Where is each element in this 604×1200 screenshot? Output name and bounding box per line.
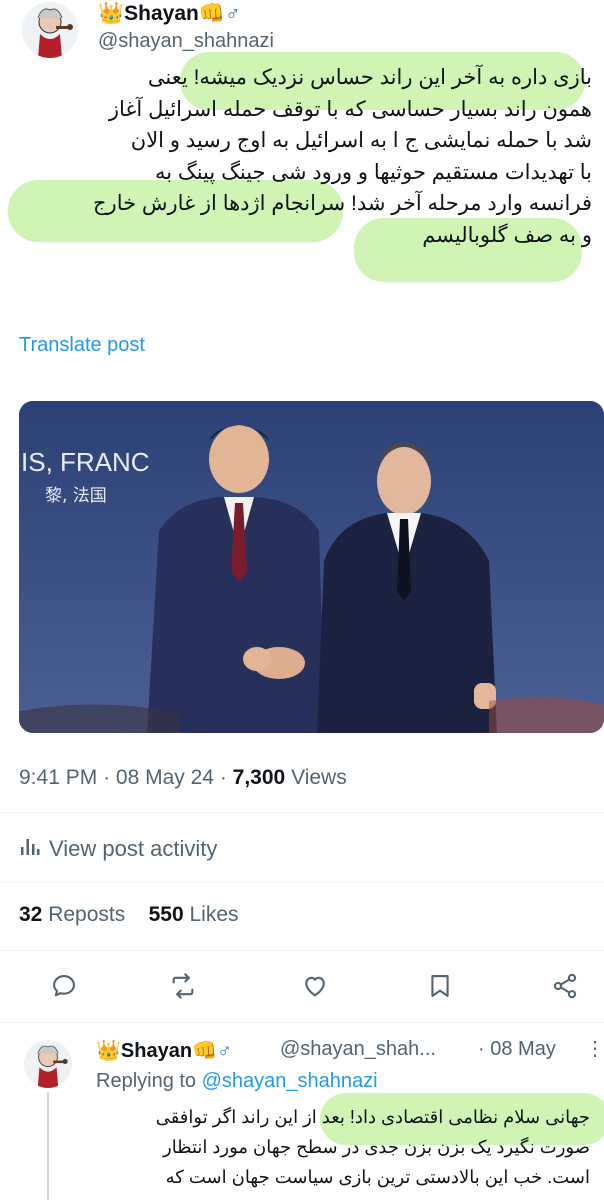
repost-button[interactable] <box>163 966 203 1006</box>
likes-count: 550 <box>148 903 184 926</box>
view-post-activity-label: View post activity <box>49 836 218 861</box>
reply-icon <box>53 975 75 997</box>
view-post-activity-button[interactable]: View post activity <box>19 835 217 863</box>
divider <box>0 882 604 883</box>
backdrop-text-2: 黎, 法国 <box>45 486 107 506</box>
backdrop-text: IS, FRANC <box>21 447 150 477</box>
post-stats: 32 Reposts 550 Likes <box>19 903 239 927</box>
translate-post-link[interactable]: Translate post <box>19 334 145 357</box>
replying-handle-link[interactable]: @shayan_shahnazi <box>202 1070 378 1092</box>
bookmark-button[interactable] <box>420 966 460 1006</box>
post-text-line: با تهدیدات مستقیم حوثیها و ورود شی جینگ … <box>154 160 592 184</box>
reply-text-line: جهانی سلام نظامی اقتصادی داد! بعد از این… <box>155 1107 590 1127</box>
divider <box>0 812 604 813</box>
post-text-line: فرانسه وارد مرحله آخر شد! سرانجام اژدها … <box>93 192 592 215</box>
post-action-bar <box>0 960 604 1012</box>
post-date[interactable]: 08 May 24 <box>116 766 214 789</box>
reply-text-line: است. خب این بالادستی ترین بازی سیاست جها… <box>165 1167 590 1187</box>
post-time[interactable]: 9:41 PM <box>19 766 97 789</box>
replying-label: Replying to <box>96 1070 197 1092</box>
replying-to: Replying to @shayan_shahnazi <box>96 1070 378 1093</box>
reposts-stat[interactable]: 32 Reposts <box>19 903 125 926</box>
name-emoji: 👊♂ <box>192 1040 232 1062</box>
likes-stat[interactable]: 550 Likes <box>149 903 239 926</box>
author-handle[interactable]: @shayan_shahnazi <box>98 30 274 53</box>
post-text-line: بازی داره به آخر این راند حساس نزدیک میش… <box>147 66 592 89</box>
reply-text: جهانی سلام نظامی اقتصادی داد! بعد از این… <box>0 1102 590 1192</box>
post-text: بازی داره به آخر این راند حساس نزدیک میش… <box>0 62 592 251</box>
reply-date[interactable]: · 08 May <box>478 1038 556 1061</box>
author-display-name: Shayan <box>124 2 199 25</box>
repost-icon <box>172 973 194 999</box>
share-icon <box>553 973 577 999</box>
reply-author-handle[interactable]: @shayan_shah... <box>280 1038 436 1061</box>
reply-display-name: Shayan <box>120 1040 193 1062</box>
like-button[interactable] <box>295 966 335 1006</box>
reply-author-avatar[interactable] <box>24 1040 72 1088</box>
post-text-line: همون راند بسیار حساسی که با توقف حمله اس… <box>108 97 592 121</box>
meta-sep: · <box>478 1038 485 1060</box>
author-name[interactable]: 👑Shayan👊♂ <box>98 2 241 26</box>
crown-emoji: 👑 <box>96 1040 121 1062</box>
reply-button[interactable] <box>44 966 84 1006</box>
analytics-icon <box>19 835 41 863</box>
views-label: Views <box>291 766 347 789</box>
reposts-label: Reposts <box>48 903 126 926</box>
bookmark-icon <box>431 975 449 997</box>
meta-sep: · <box>219 766 227 789</box>
likes-label: Likes <box>189 903 239 926</box>
reply-text-line: صورت نگیرد یک بزن بزن جدی در سطح جهان مو… <box>163 1137 590 1157</box>
post-image[interactable]: IS, FRANC 黎, 法国 <box>19 401 604 733</box>
reposts-count: 32 <box>19 903 43 926</box>
name-emoji: 👊♂ <box>198 2 241 25</box>
meta-sep: · <box>103 766 111 789</box>
reply-author-name[interactable]: 👑Shayan👊♂ <box>96 1038 232 1063</box>
divider <box>0 950 604 951</box>
more-options-icon[interactable]: ⋮ <box>585 1036 604 1061</box>
post-meta: 9:41 PM · 08 May 24 · 7,300 Views <box>19 766 347 790</box>
crown-emoji: 👑 <box>98 2 125 25</box>
views-count: 7,300 <box>232 766 286 789</box>
post-text-line: و به صف گلوبالیسم <box>422 223 592 247</box>
author-avatar[interactable] <box>22 2 78 58</box>
reply-date-text: 08 May <box>490 1038 556 1060</box>
like-icon <box>305 976 325 997</box>
post-text-line: شد با حمله نمایشی ج ا به اسرائیل به اوج … <box>130 129 592 152</box>
divider <box>0 1022 604 1023</box>
share-button[interactable] <box>545 966 585 1006</box>
